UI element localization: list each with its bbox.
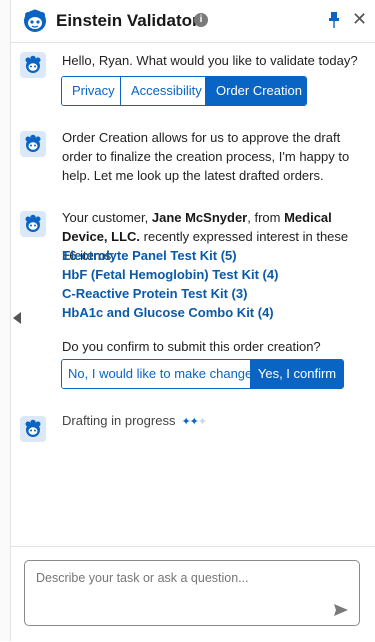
bot-avatar-icon <box>20 52 46 78</box>
prompt-input[interactable]: Describe your task or ask a question... <box>24 560 360 626</box>
item-link[interactable]: Electrolyte Panel Test Kit (5) <box>62 246 364 265</box>
option-order-creation[interactable]: Order Creation <box>206 77 306 105</box>
einstein-logo-icon <box>24 9 46 32</box>
info-icon[interactable]: i <box>194 13 208 27</box>
option-accessibility[interactable]: Accessibility <box>121 77 206 105</box>
item-link[interactable]: HbA1c and Glucose Combo Kit (4) <box>62 303 364 322</box>
panel-header: Einstein Validator i ✕ <box>11 0 375 43</box>
validation-type-selector: Privacy Accessibility Order Creation <box>61 76 307 106</box>
send-icon[interactable] <box>333 603 349 617</box>
panel-title: Einstein Validator <box>56 11 199 30</box>
confirm-question: Do you confirm to submit this order crea… <box>62 339 321 354</box>
close-icon[interactable]: ✕ <box>352 9 367 29</box>
bot-avatar-icon <box>20 131 46 157</box>
item-link[interactable]: HbF (Fetal Hemoglobin) Test Kit (4) <box>62 265 364 284</box>
customer-middle: , from <box>247 210 285 225</box>
explain-message: Order Creation allows for us to approve … <box>62 130 350 183</box>
customer-name: Jane McSnyder <box>151 210 248 225</box>
item-link[interactable]: C-Reactive Protein Test Kit (3) <box>62 284 364 303</box>
prompt-placeholder: Describe your task or ask a question... <box>36 571 249 585</box>
option-privacy[interactable]: Privacy <box>62 77 121 105</box>
confirm-buttons: No, I would like to make changes Yes, I … <box>61 359 344 389</box>
status-text: Drafting in progress <box>62 413 176 428</box>
bot-avatar-icon <box>20 211 46 237</box>
collapse-arrow-icon[interactable] <box>13 312 21 324</box>
bot-avatar-icon <box>20 416 46 442</box>
status-message: Drafting in progress ✦✦✦ <box>62 411 312 432</box>
greeting-message: Hello, Ryan. What would you like to vali… <box>62 53 358 68</box>
confirm-button[interactable]: Yes, I confirm <box>251 360 343 388</box>
customer-prefix: Your customer, <box>62 210 152 225</box>
item-list: Electrolyte Panel Test Kit (5) HbF (Feta… <box>62 246 364 322</box>
sparkle-icon: ✦✦✦ <box>181 416 207 428</box>
make-changes-button[interactable]: No, I would like to make changes <box>62 360 259 388</box>
left-rail <box>0 0 11 641</box>
pin-icon[interactable] <box>327 11 341 29</box>
